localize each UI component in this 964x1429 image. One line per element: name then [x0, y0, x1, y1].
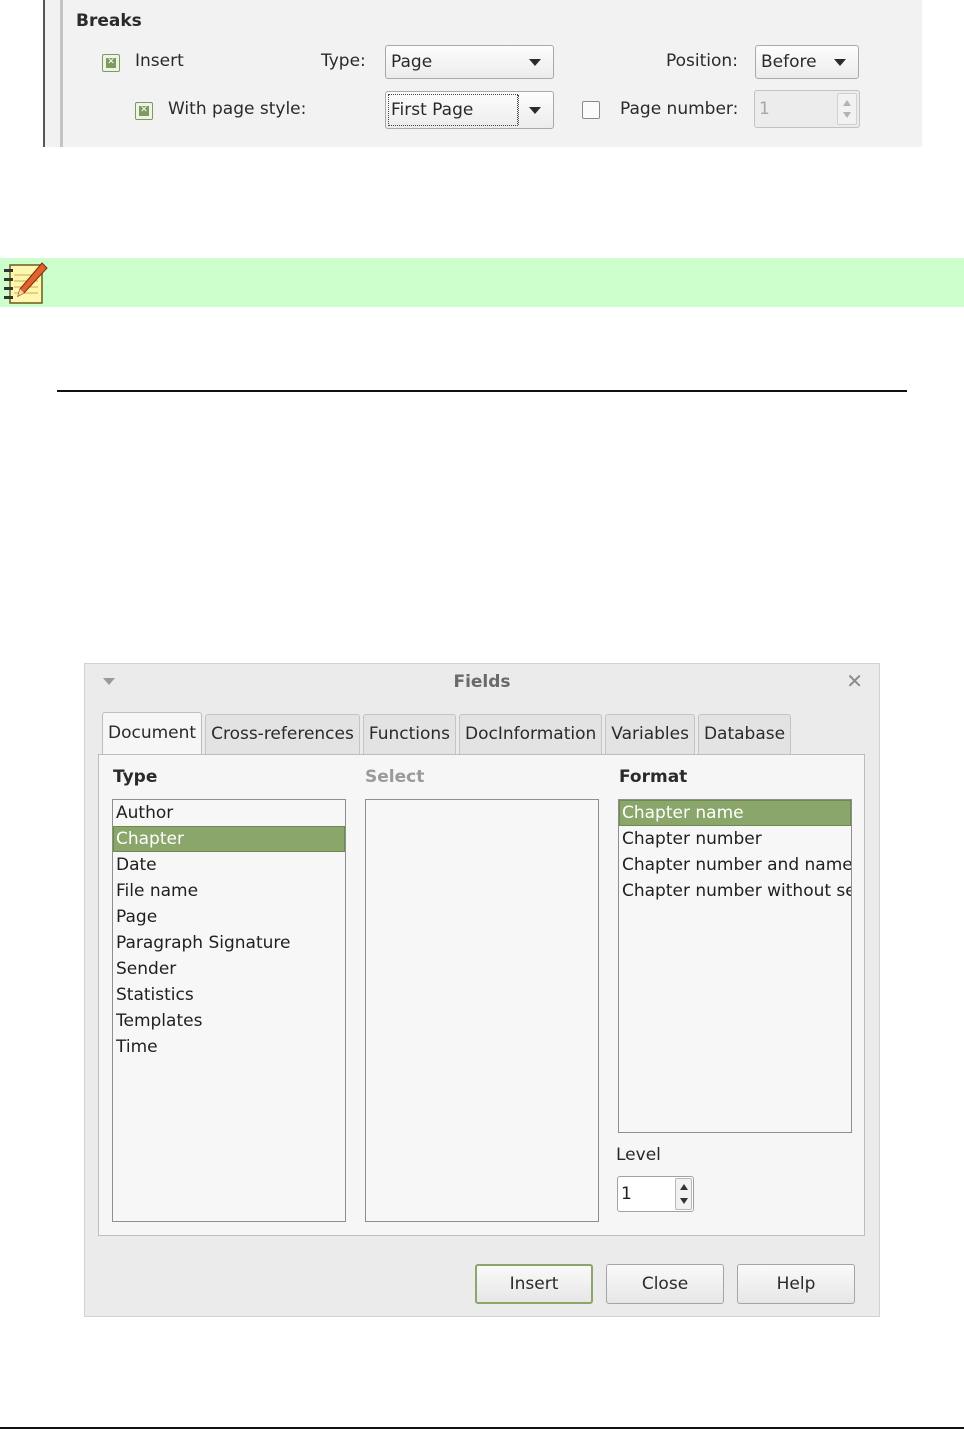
help-button[interactable]: Help [737, 1264, 855, 1304]
tab-variables[interactable]: Variables [605, 714, 695, 754]
insert-button[interactable]: Insert [475, 1264, 593, 1304]
format-listbox[interactable]: Chapter name Chapter number Chapter numb… [618, 799, 852, 1133]
list-item[interactable]: Paragraph Signature [113, 930, 345, 956]
arrow-up-icon [843, 100, 851, 106]
horizontal-rule [57, 390, 907, 392]
format-column-header: Format [619, 767, 688, 787]
chevron-down-icon [529, 59, 541, 66]
page-style-dropdown[interactable]: First Page [385, 91, 554, 129]
type-label: Type: [321, 51, 366, 71]
list-item[interactable]: Statistics [113, 982, 345, 1008]
select-listbox[interactable] [365, 799, 599, 1222]
page-number-checkbox[interactable] [582, 101, 600, 119]
document-tab-panel: Type Select Format Author Chapter Date F… [98, 754, 865, 1236]
list-item[interactable]: File name [113, 878, 345, 904]
page-number-value: 1 [759, 99, 770, 119]
list-item[interactable]: Author [113, 800, 345, 826]
select-column-header: Select [365, 767, 425, 787]
position-dropdown[interactable]: Before [755, 45, 859, 79]
position-label: Position: [666, 51, 738, 71]
arrow-up-icon [680, 1184, 688, 1190]
list-item[interactable]: Page [113, 904, 345, 930]
list-item[interactable]: Chapter number and name [619, 852, 851, 878]
close-button[interactable]: Close [606, 1264, 724, 1304]
breaks-section-title: Breaks [76, 11, 142, 31]
tab-functions[interactable]: Functions [362, 714, 457, 754]
fields-dialog: Fields ✕ Document Cross-references Funct… [84, 663, 880, 1317]
type-column-header: Type [113, 767, 158, 787]
arrow-down-icon [680, 1198, 688, 1204]
arrow-down-icon [843, 112, 851, 118]
dialog-titlebar: Fields ✕ [85, 664, 879, 702]
focus-ring [388, 94, 518, 126]
list-item-selected[interactable]: Chapter name [619, 800, 851, 826]
list-item[interactable]: Date [113, 852, 345, 878]
position-dropdown-value: Before [761, 52, 817, 72]
spinner-buttons[interactable] [675, 1178, 692, 1210]
type-listbox[interactable]: Author Chapter Date File name Page Parag… [112, 799, 346, 1222]
dialog-title: Fields [453, 672, 511, 692]
with-page-style-checkbox[interactable] [135, 102, 153, 120]
panel-left-divider [60, 0, 63, 147]
tab-bar: Document Cross-references Functions DocI… [102, 712, 794, 754]
page-number-spinner[interactable]: 1 [754, 90, 860, 128]
insert-label: Insert [135, 51, 184, 71]
note-banner [0, 258, 964, 307]
level-spinner[interactable]: 1 [617, 1176, 694, 1212]
list-item[interactable]: Sender [113, 956, 345, 982]
with-page-style-label: With page style: [168, 99, 307, 119]
type-dropdown-value: Page [391, 52, 433, 72]
dropdown-separator [518, 95, 519, 125]
insert-checkbox[interactable] [102, 54, 120, 72]
tab-document[interactable]: Document [102, 712, 203, 754]
list-item-selected[interactable]: Chapter [113, 826, 345, 852]
tab-database[interactable]: Database [697, 714, 792, 754]
type-dropdown[interactable]: Page [385, 45, 554, 79]
level-label: Level [616, 1145, 661, 1165]
close-icon[interactable]: ✕ [846, 670, 863, 692]
panel-left-border [43, 0, 45, 147]
tab-docinformation[interactable]: DocInformation [459, 714, 603, 754]
level-value: 1 [621, 1184, 632, 1204]
page-number-label: Page number: [620, 99, 739, 119]
breaks-panel: Breaks Insert Type: Page Position: Befor… [43, 0, 922, 147]
list-item[interactable]: Chapter number [619, 826, 851, 852]
note-pad-pencil-icon [4, 262, 48, 304]
list-item[interactable]: Templates [113, 1008, 345, 1034]
list-item[interactable]: Time [113, 1034, 345, 1060]
list-item[interactable]: Chapter number without sep [619, 878, 851, 904]
spinner-buttons[interactable] [837, 93, 857, 125]
tab-cross-references[interactable]: Cross-references [205, 714, 360, 754]
chevron-down-icon [834, 59, 846, 66]
chevron-down-icon [529, 107, 541, 114]
